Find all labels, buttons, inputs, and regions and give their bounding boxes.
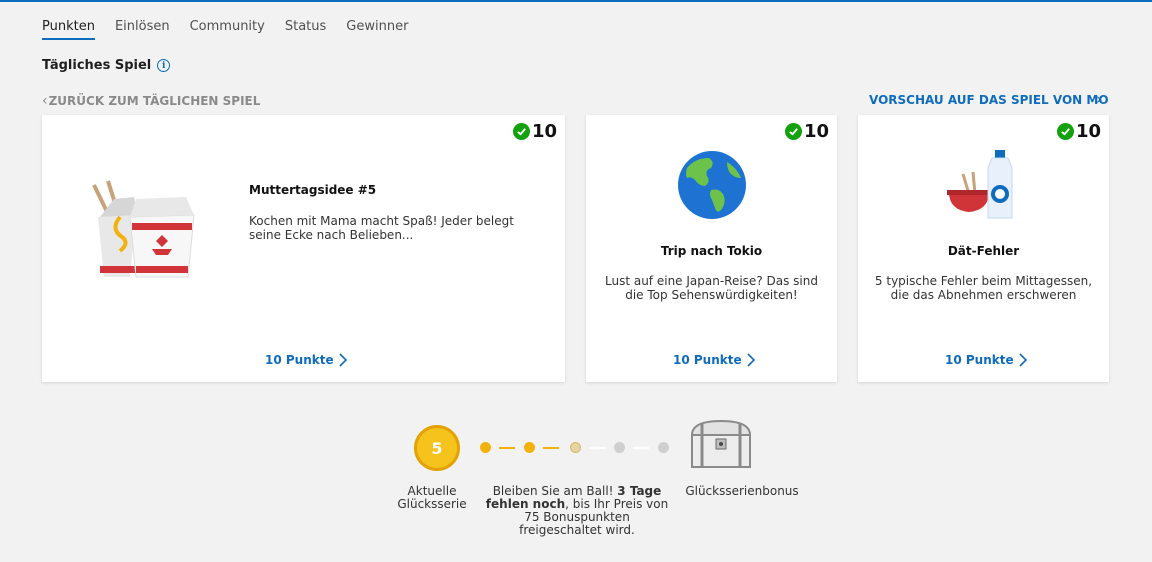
- streak-connector: [499, 447, 515, 449]
- tab-status[interactable]: Status: [285, 19, 326, 40]
- card-points-label: 10 Punkte: [945, 353, 1014, 367]
- points-badge-value: 10: [803, 121, 829, 142]
- card-title: Dät-Fehler: [947, 244, 1020, 258]
- streak-bonus-label: Glücksserienbonus: [685, 484, 799, 498]
- checkmark-icon: [512, 123, 530, 140]
- card-description: 5 typische Fehler beim Mittagessen, die …: [874, 274, 1093, 302]
- tab-bar: Punkten Einlösen Community Status Gewinn…: [42, 19, 428, 40]
- preview-link-label: VORSCHAU AUF DAS SPIEL VON MORGEN: [869, 93, 1109, 107]
- chevron-right-icon[interactable]: ›: [1096, 90, 1102, 108]
- bowl-bottle-icon: [947, 150, 1013, 219]
- streak-day-dot: [570, 442, 581, 453]
- streak-day-dot: [614, 442, 625, 453]
- streak-message-prefix: Bleiben Sie am Ball!: [492, 484, 618, 498]
- chevron-right-icon: [1019, 353, 1027, 367]
- points-badge: 10: [1056, 121, 1101, 142]
- points-badge-value: 10: [531, 121, 557, 142]
- checkmark-icon: [784, 123, 802, 140]
- card-description: Kochen mit Mama macht Spaß! Jeder belegt…: [249, 214, 514, 242]
- points-badge: 10: [512, 121, 557, 142]
- preview-tomorrow-link[interactable]: VORSCHAU AUF DAS SPIEL VON MORGEN: [869, 93, 1109, 107]
- card-title: Trip nach Tokio: [660, 244, 763, 258]
- points-badge: 10: [784, 121, 829, 142]
- points-badge-value: 10: [1075, 121, 1101, 142]
- info-icon[interactable]: i: [157, 59, 171, 72]
- tab-gewinner[interactable]: Gewinner: [346, 19, 408, 40]
- chevron-right-icon: [747, 353, 755, 367]
- streak-connector: [633, 447, 649, 449]
- card-description: Lust auf eine Japan-Reise? Das sind die …: [605, 274, 818, 302]
- chevron-right-icon: [339, 353, 347, 367]
- quiz-card-diaet-fehler[interactable]: 10 Dät-Fehler 5 typische Fehler beim Mit…: [858, 115, 1109, 382]
- streak-connector: [543, 447, 559, 449]
- streak-day-dot: [658, 442, 669, 453]
- tab-community[interactable]: Community: [190, 19, 265, 40]
- current-streak-label: Aktuelle Glücksserie: [397, 484, 467, 511]
- quiz-card-trip-tokio[interactable]: 10 Trip nach Tokio Lust auf eine Japan-R…: [586, 115, 837, 382]
- section-title-text: Tägliches Spiel: [42, 58, 152, 73]
- streak-connector: [589, 447, 605, 449]
- streak-day-dot: [480, 442, 491, 453]
- streak-day-dot: [524, 442, 535, 453]
- tab-einloesen[interactable]: Einlösen: [115, 19, 170, 40]
- streak-count-coin: 5: [414, 425, 460, 471]
- chevron-left-icon: ‹: [42, 93, 48, 109]
- card-points-link[interactable]: 10 Punkte: [265, 353, 348, 367]
- card-points-label: 10 Punkte: [265, 353, 334, 367]
- tab-punkten[interactable]: Punkten: [42, 19, 95, 40]
- checkmark-icon: [1056, 123, 1074, 140]
- treasure-chest-icon: [690, 419, 752, 468]
- quiz-card-muttertagsidee[interactable]: 10 Muttertagsidee #5 Kochen mit Mama mac…: [42, 115, 565, 382]
- card-title: Muttertagsidee #5: [249, 183, 377, 197]
- card-points-link[interactable]: 10 Punkte: [945, 353, 1028, 367]
- card-points-link[interactable]: 10 Punkte: [673, 353, 756, 367]
- card-points-label: 10 Punkte: [673, 353, 742, 367]
- takeout-box-icon: [92, 180, 195, 278]
- globe-icon: [678, 151, 746, 219]
- back-link-label: ZURÜCK ZUM TÄGLICHEN SPIEL: [48, 94, 261, 108]
- section-title: Tägliches Spiel i: [42, 58, 171, 73]
- streak-message: Bleiben Sie am Ball! 3 Tage fehlen noch,…: [484, 485, 670, 537]
- top-accent-bar: [0, 0, 1152, 2]
- back-to-daily-game-link[interactable]: ‹ ZURÜCK ZUM TÄGLICHEN SPIEL: [42, 93, 260, 109]
- streak-section: 5 Aktuelle Glücksserie Bleiben Sie am Ba…: [0, 415, 1152, 555]
